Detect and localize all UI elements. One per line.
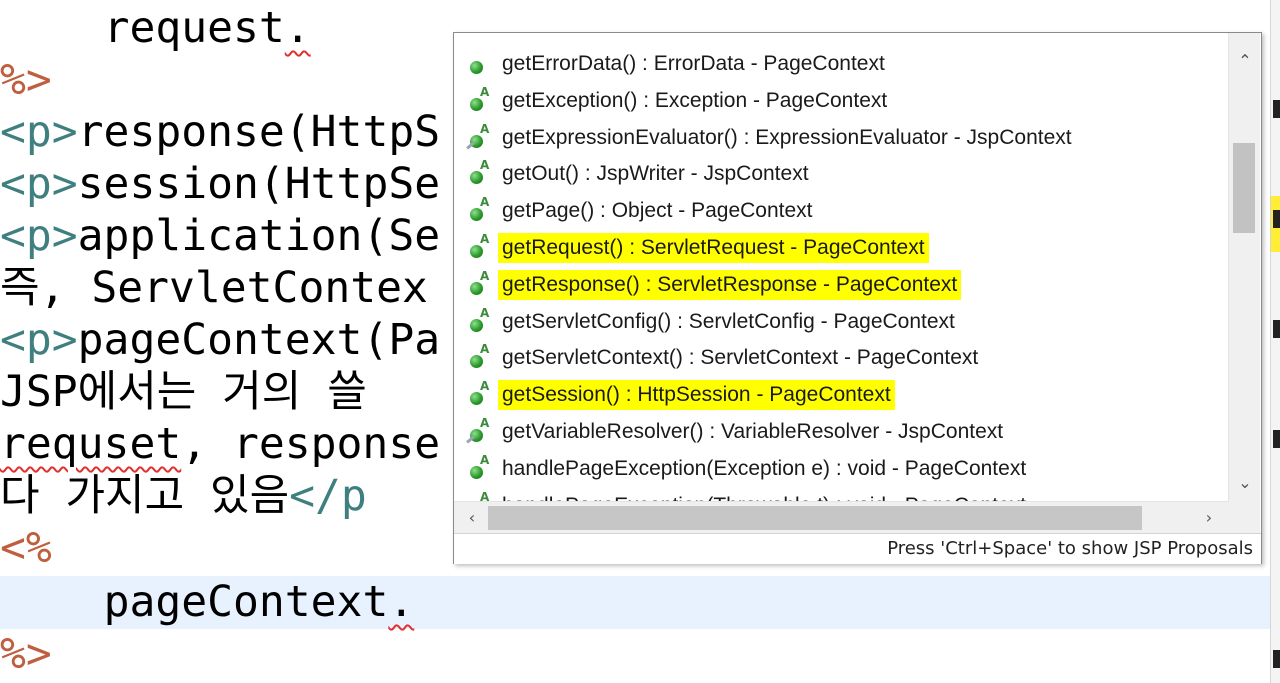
proposal-label: getServletConfig() : ServletConfig - Pag… <box>502 309 955 333</box>
scrollbar-corner <box>1229 501 1260 533</box>
jsp-delimiter: %> <box>0 55 52 105</box>
proposal-item[interactable]: AgetServletConfig() : ServletConfig - Pa… <box>468 307 1228 337</box>
proposal-label: getSession() : HttpSession - PageContext <box>498 380 895 411</box>
p-tag: <p> <box>0 107 78 157</box>
code-line[interactable]: %> <box>0 628 1280 681</box>
code-text: JSP에서는 거의 쓸 <box>0 367 367 417</box>
proposal-label: getException() : Exception - PageContext <box>502 88 888 112</box>
abstract-method-icon: A <box>468 159 490 187</box>
proposal-label: getPage() : Object - PageContext <box>502 199 813 223</box>
code-dot: . <box>284 3 311 53</box>
proposal-label: getVariableResolver() : VariableResolver… <box>502 420 1004 443</box>
scroll-down-arrow-icon[interactable]: ⌄ <box>1235 473 1255 493</box>
text-fragment <box>1273 210 1280 228</box>
status-hint: Press 'Ctrl+Space' to show JSP Proposals <box>887 538 1253 559</box>
jsp-delimiter: %> <box>0 629 52 679</box>
code-text: pageContext <box>103 577 389 627</box>
current-code-line[interactable]: pageContext. <box>0 576 1280 629</box>
abstract-method-icon: A <box>468 380 490 408</box>
scrollbar-thumb[interactable] <box>488 506 1142 530</box>
abstract-method-icon: A <box>468 307 490 335</box>
proposal-item[interactable]: AgetSession() : HttpSession - PageContex… <box>468 380 1228 411</box>
code-text: session(HttpSe <box>77 159 441 209</box>
text-fragment <box>1273 320 1280 338</box>
public-method-icon <box>468 55 490 77</box>
text-fragment <box>1273 650 1280 668</box>
proposal-item[interactable]: AgetException() : Exception - PageContex… <box>468 86 1228 116</box>
code-text: pageContext(Pa <box>77 315 441 365</box>
abstract-method-icon: A <box>468 233 490 261</box>
proposal-item[interactable]: getErrorData() : ErrorData - PageContext <box>468 49 1228 79</box>
p-tag: <p> <box>0 315 78 365</box>
proposal-item[interactable]: AgetExpressionEvaluator() : ExpressionEv… <box>466 123 1228 153</box>
proposal-item[interactable]: AgetVariableResolver() : VariableResolve… <box>466 417 1228 447</box>
proposal-item[interactable]: AgetResponse() : ServletResponse - PageC… <box>468 269 1228 300</box>
code-text: response(HttpS <box>77 107 441 157</box>
proposal-label: handlePageException(Exception e) : void … <box>502 456 1027 480</box>
misspelled-word: requset <box>0 419 182 469</box>
jsp-delimiter: <% <box>0 523 52 573</box>
text-fragment <box>1273 100 1280 118</box>
deprecated-abstract-method-icon: A <box>466 417 490 445</box>
code-text: 즉, ServletContex <box>0 263 428 313</box>
proposal-item[interactable]: AhandlePageException(Exception e) : void… <box>468 454 1228 484</box>
code-text: application(Se <box>77 211 441 261</box>
code-text: 다 가지고 있음 <box>0 471 290 521</box>
code-text: , response <box>181 419 441 469</box>
proposal-label: getServletContext() : ServletContext - P… <box>502 346 979 370</box>
popup-status-bar: Press 'Ctrl+Space' to show JSP Proposals <box>454 533 1261 564</box>
abstract-method-icon: A <box>468 196 490 224</box>
scroll-up-arrow-icon[interactable]: ⌃ <box>1235 51 1255 71</box>
proposal-label: getRequest() : ServletRequest - PageCont… <box>498 233 929 263</box>
code-text: request <box>103 3 285 53</box>
p-close-tag: </p <box>289 471 367 521</box>
proposal-label: getResponse() : ServletResponse - PageCo… <box>498 269 962 300</box>
proposal-label: handlePageException(Throwable t) : void … <box>498 491 1030 501</box>
vertical-scrollbar[interactable]: ⌃ ⌄ <box>1228 33 1260 501</box>
proposal-item[interactable]: AhandlePageException(Throwable t) : void… <box>468 491 1228 501</box>
proposal-label: getExpressionEvaluator() : ExpressionEva… <box>502 125 1072 149</box>
proposal-list[interactable]: getErrorData() : ErrorData - PageContext… <box>454 33 1229 501</box>
adjacent-pane-edge <box>1270 0 1280 683</box>
horizontal-scrollbar[interactable]: ‹ › <box>454 501 1229 534</box>
proposal-item[interactable]: AgetOut() : JspWriter - JspContext <box>468 159 1228 189</box>
code-dot: . <box>388 577 415 627</box>
scroll-left-arrow-icon[interactable]: ‹ <box>462 508 482 528</box>
content-assist-popup[interactable]: getErrorData() : ErrorData - PageContext… <box>453 32 1262 564</box>
abstract-method-icon: A <box>468 454 490 482</box>
deprecated-abstract-method-icon: A <box>466 123 490 151</box>
p-tag: <p> <box>0 211 78 261</box>
proposal-label: getOut() : JspWriter - JspContext <box>502 162 809 186</box>
text-fragment <box>1273 430 1280 448</box>
p-tag: <p> <box>0 159 78 209</box>
scroll-right-arrow-icon[interactable]: › <box>1199 508 1219 528</box>
proposal-item[interactable]: AgetRequest() : ServletRequest - PageCon… <box>468 233 1228 263</box>
abstract-method-icon: A <box>468 270 490 298</box>
abstract-method-icon: A <box>468 343 490 371</box>
proposal-item[interactable]: AgetServletContext() : ServletContext - … <box>468 343 1228 373</box>
scrollbar-thumb[interactable] <box>1233 143 1255 233</box>
proposal-label: getErrorData() : ErrorData - PageContext <box>502 52 885 75</box>
proposal-item[interactable]: AgetPage() : Object - PageContext <box>468 196 1228 226</box>
abstract-method-icon: A <box>468 86 490 114</box>
